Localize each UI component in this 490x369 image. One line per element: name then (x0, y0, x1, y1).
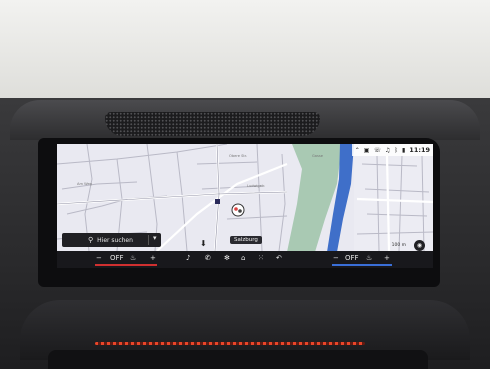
search-label: Hier suchen (97, 236, 133, 244)
phone-icon[interactable]: ✆ (205, 254, 211, 262)
back-icon[interactable]: ↶ (276, 254, 282, 262)
place-label[interactable]: Salzburg (230, 236, 262, 244)
right-temp-up-button[interactable]: + (384, 254, 390, 262)
background-wall (0, 0, 490, 110)
divider (148, 235, 149, 245)
chevron-up-icon[interactable]: ⌃ (355, 147, 360, 154)
seat-heat-icon[interactable]: ♨ (366, 254, 372, 262)
infotainment-screen: Obere Str. Am Weg Ludwigstr. Gasse ⌃ ▣ ☏… (57, 144, 433, 268)
navigation-map[interactable] (57, 144, 433, 268)
ambient-light-strip (95, 342, 365, 345)
bottom-bar: − OFF ♨ + ♪ ✆ ✻ ⌂ ⁙ ↶ − OFF ♨ + (57, 251, 433, 268)
location-pin-icon: ⬇ (200, 239, 207, 248)
search-box[interactable]: ⚲ Hier suchen ▾ (62, 233, 161, 247)
street-label: Ludwigstr. (247, 184, 266, 188)
left-zone-indicator (95, 264, 157, 266)
music-icon[interactable]: ♪ (186, 254, 190, 262)
bluetooth-icon: ᛒ (394, 146, 398, 154)
clock: 11:19 (409, 146, 430, 154)
street-label: Obere Str. (229, 154, 248, 158)
home-icon[interactable]: ⌂ (241, 254, 245, 262)
camera-view-button[interactable]: ◉ (414, 240, 425, 251)
air-vent (48, 350, 428, 369)
right-climate-value: OFF (345, 254, 359, 262)
phone-icon: ☏ (373, 146, 381, 154)
poi-icon (231, 203, 245, 217)
search-icon: ⚲ (88, 236, 94, 244)
street-label: Gasse (312, 154, 323, 158)
right-temp-down-button[interactable]: − (333, 254, 339, 262)
status-bar: ⌃ ▣ ☏ ♫ ᛒ ▮ 11:19 (351, 144, 433, 156)
signal-icon: ▮ (401, 146, 406, 154)
seat-heat-icon[interactable]: ♨ (130, 254, 136, 262)
chevron-down-icon[interactable]: ▾ (153, 234, 157, 242)
left-temp-up-button[interactable]: + (150, 254, 156, 262)
route-marker (215, 199, 220, 204)
right-zone-indicator (332, 264, 392, 266)
tablet-icon: ▣ (363, 146, 370, 154)
fan-icon[interactable]: ✻ (224, 254, 230, 262)
left-climate-value: OFF (110, 254, 124, 262)
apps-icon[interactable]: ⁙ (258, 254, 264, 262)
street-label: Am Weg (77, 182, 92, 186)
speaker-grille (105, 112, 320, 136)
music-icon: ♫ (384, 146, 391, 154)
scale-label: 100 m (391, 243, 406, 248)
poi-marker[interactable] (231, 202, 245, 217)
left-temp-down-button[interactable]: − (96, 254, 102, 262)
